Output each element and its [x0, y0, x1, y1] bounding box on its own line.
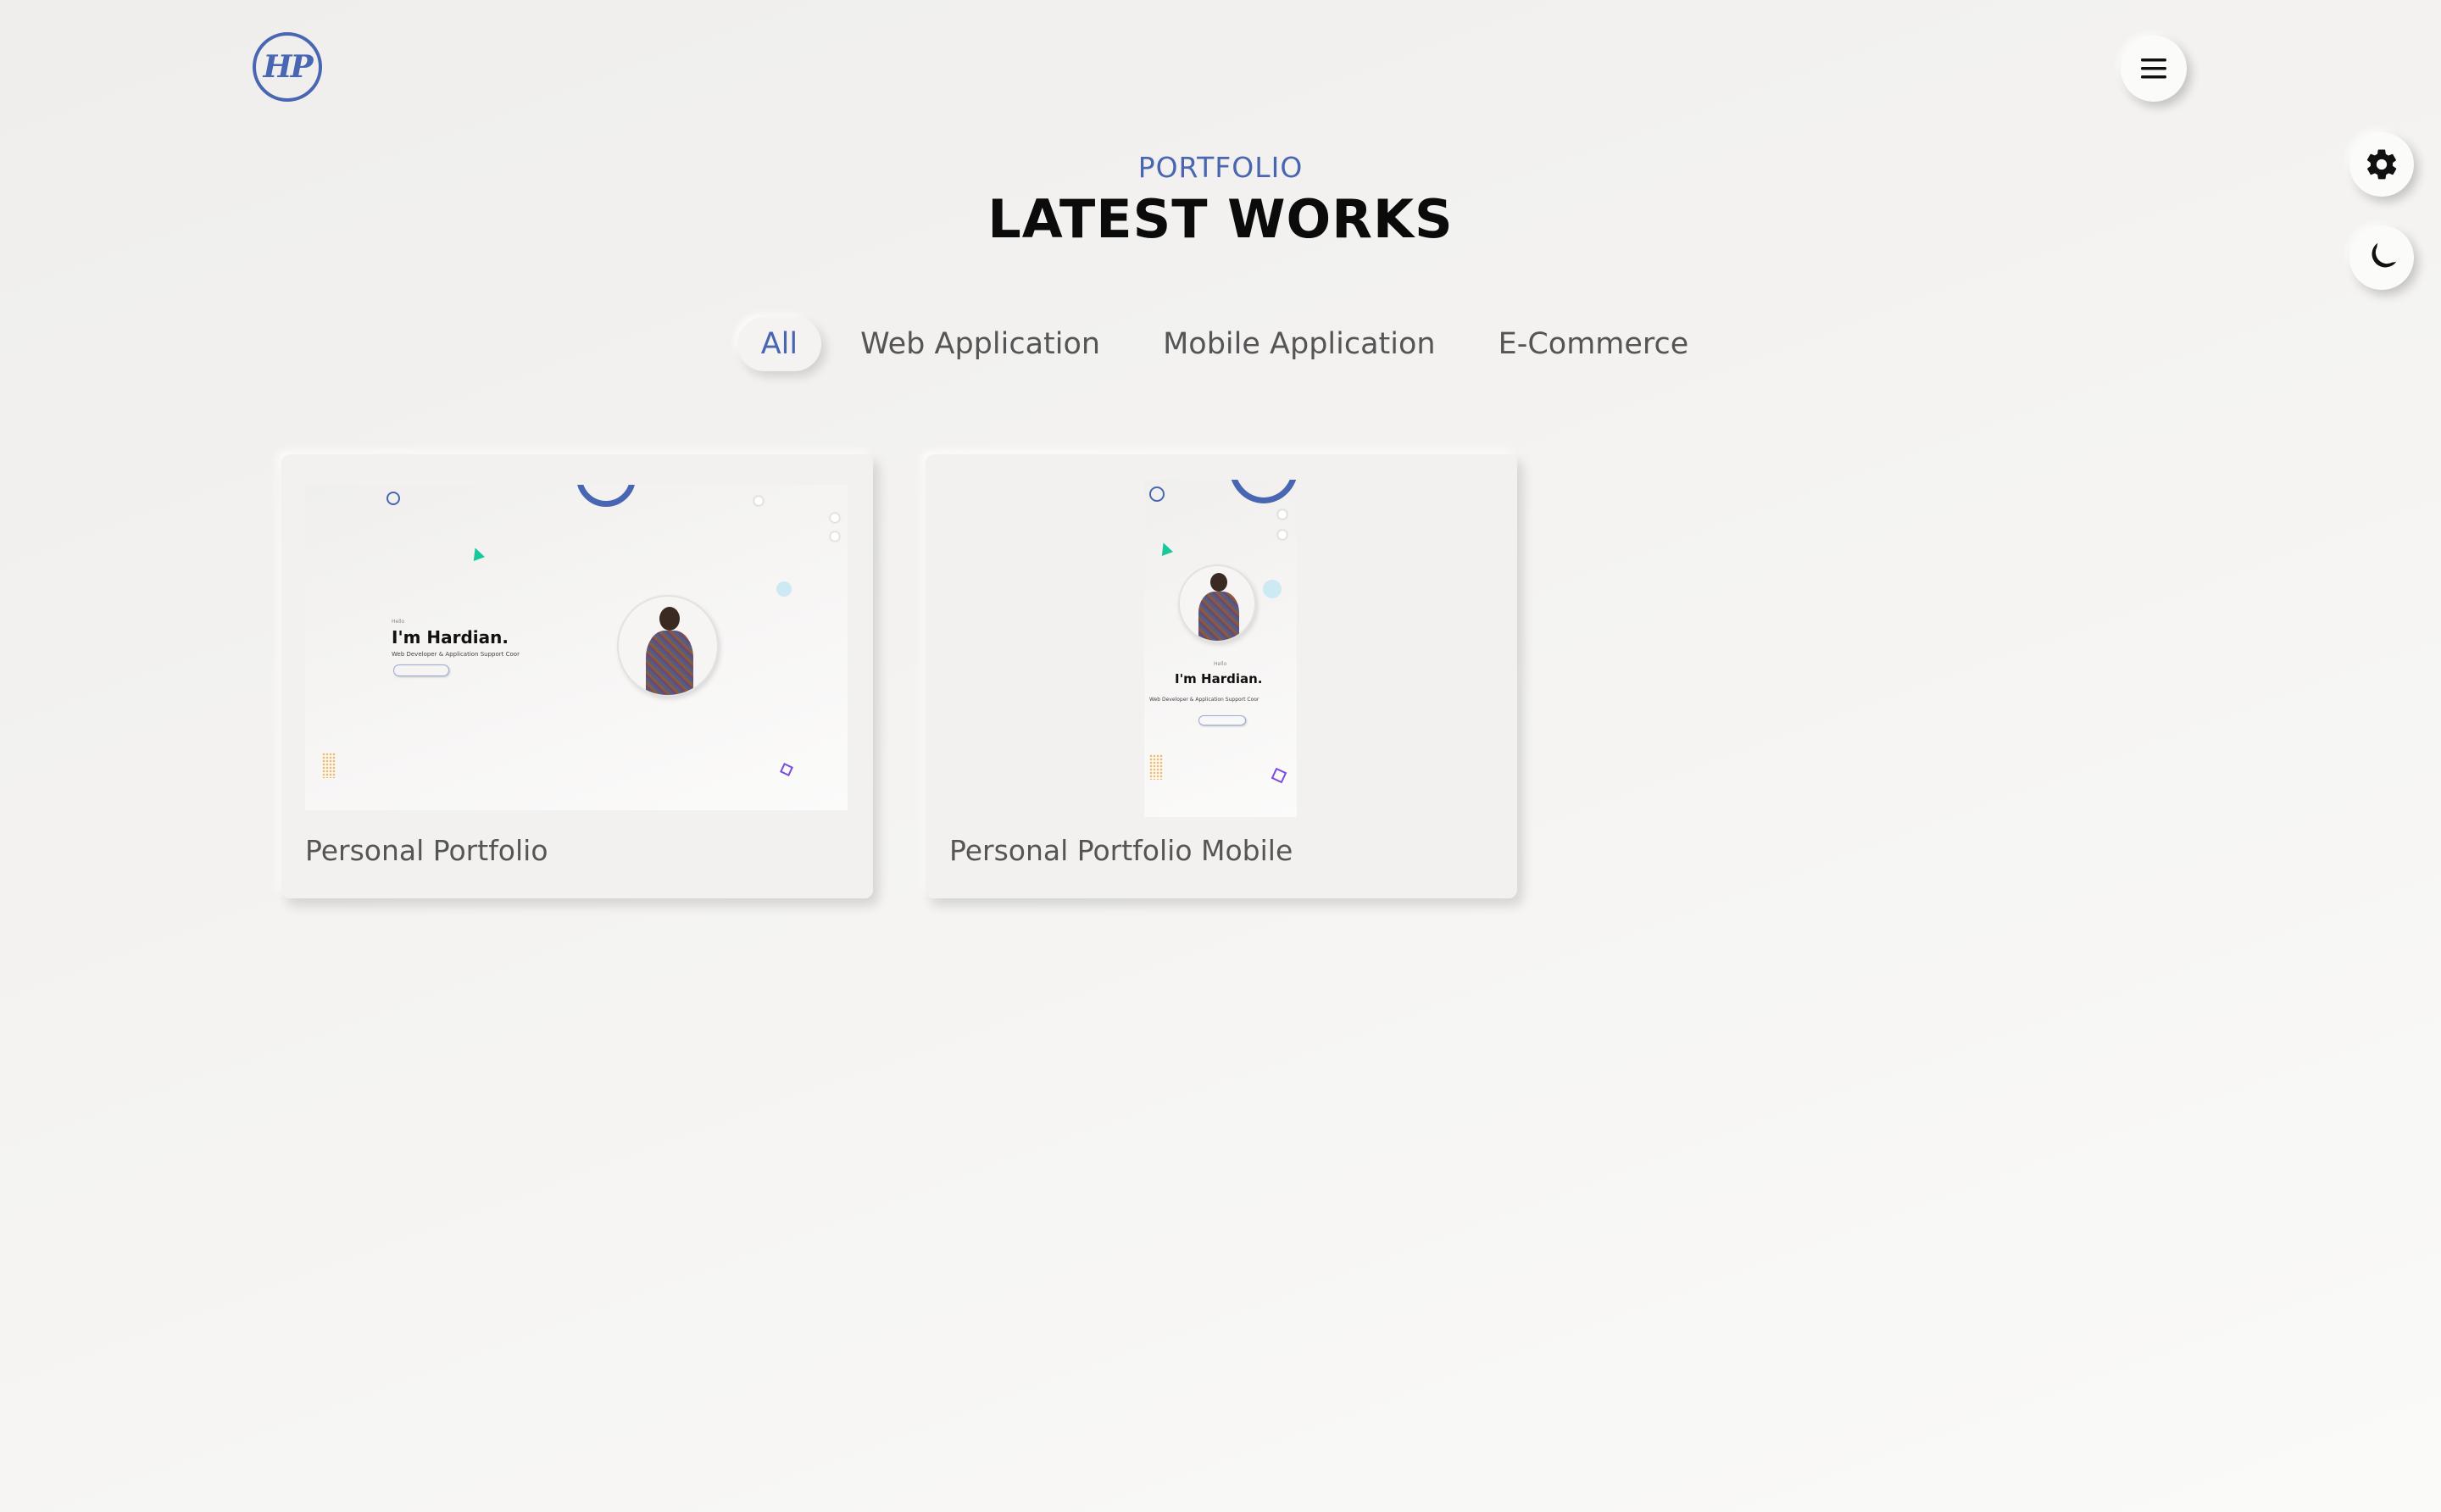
section-eyebrow: PORTFOLIO [1137, 151, 1304, 184]
site-logo[interactable]: HP [253, 32, 322, 102]
filter-e-commerce[interactable]: E-Commerce [1475, 317, 1713, 371]
thumbnail-ring-shape [576, 485, 636, 507]
thumbnail-dot-grid [1149, 754, 1163, 780]
filter-mobile-application[interactable]: Mobile Application [1139, 317, 1460, 371]
thumbnail-square-shape [780, 763, 793, 776]
section-title: LATEST WORKS [987, 188, 1454, 250]
thumbnail-bubble-shape [1263, 580, 1282, 598]
thumbnail-moon-icon [831, 532, 839, 541]
thumbnail-square-shape [1271, 767, 1287, 784]
thumbnail-settings-icon [831, 514, 839, 522]
menu-button[interactable] [2121, 36, 2187, 102]
thumbnail-logo-icon [386, 492, 400, 505]
thumbnail-moon-icon [1278, 531, 1287, 539]
filter-web-application[interactable]: Web Application [837, 317, 1124, 371]
logo-text: HP [263, 49, 313, 85]
work-thumbnail: Hello I'm Hardian. Web Developer & Appli… [1144, 480, 1297, 817]
thumbnail-hello-text: Hello [1214, 661, 1227, 667]
thumbnail-more-button [393, 664, 449, 676]
thumbnail-subtitle-text: Web Developer & Application Support Coor [1149, 697, 1259, 703]
thumbnail-triangle-shape [1158, 541, 1173, 556]
thumbnail-hello-text: Hello [392, 619, 405, 625]
thumbnail-logo-icon [1149, 486, 1165, 502]
thumbnail-dot [754, 497, 763, 505]
work-caption: Personal Portfolio [305, 834, 548, 867]
thumbnail-ring-shape [1229, 480, 1297, 503]
thumbnail-avatar [1178, 564, 1256, 642]
thumbnail-dot-grid [322, 753, 336, 778]
thumbnail-more-button [1198, 715, 1246, 725]
filter-all[interactable]: All [737, 317, 822, 371]
thumbnail-name-text: I'm Hardian. [1175, 671, 1263, 687]
hamburger-menu-icon [2141, 58, 2166, 79]
portfolio-filters: All Web Application Mobile Application E… [0, 317, 2441, 371]
work-thumbnail: Hello I'm Hardian. Web Developer & Appli… [305, 485, 848, 810]
work-caption: Personal Portfolio Mobile [949, 834, 1293, 867]
work-card-personal-portfolio[interactable]: Hello I'm Hardian. Web Developer & Appli… [281, 454, 873, 898]
thumbnail-bubble-shape [776, 581, 792, 597]
thumbnail-settings-icon [1278, 510, 1287, 519]
thumbnail-avatar [617, 595, 719, 697]
work-card-personal-portfolio-mobile[interactable]: Hello I'm Hardian. Web Developer & Appli… [926, 454, 1517, 898]
thumbnail-subtitle-text: Web Developer & Application Support Coor [392, 651, 520, 658]
thumbnail-name-text: I'm Hardian. [392, 627, 509, 648]
thumbnail-triangle-shape [470, 546, 485, 561]
